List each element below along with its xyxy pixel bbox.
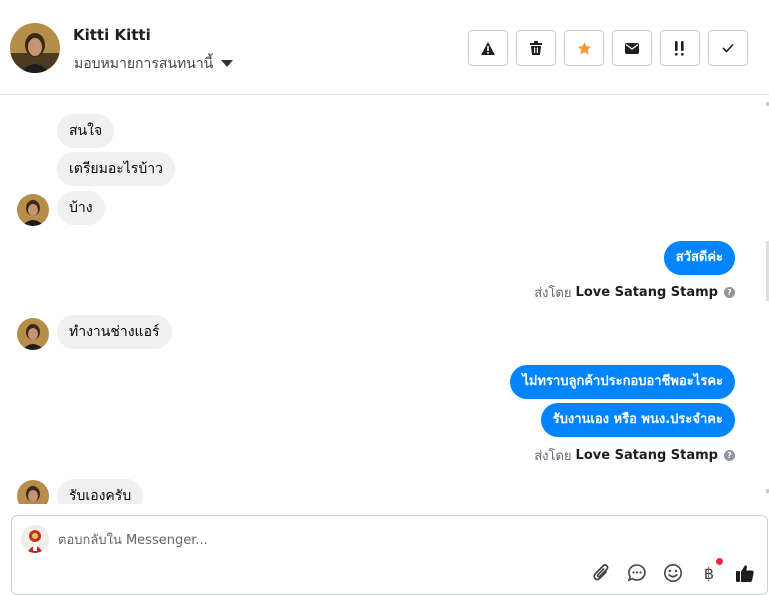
exclamation-icon: [675, 40, 684, 56]
contact-avatar-small[interactable]: [17, 318, 49, 350]
smiley-icon: [664, 564, 682, 582]
paperclip-icon: [593, 564, 609, 581]
sent-by-prefix: ส่งโดย: [534, 449, 572, 464]
contact-avatar-small[interactable]: [17, 194, 49, 226]
message-thread[interactable]: สนใจ เตรียมอะไรบ้าว บ้าง สวัสดีค่ะ ส่งโด…: [0, 96, 769, 504]
emoji-button[interactable]: [663, 563, 683, 583]
baht-icon: ฿: [703, 563, 715, 583]
follow-up-button[interactable]: [660, 30, 700, 66]
sent-by-label: ส่งโดย Love Satang Stamp ?: [534, 445, 735, 466]
payment-button[interactable]: ฿: [699, 558, 723, 583]
sent-by-name: Love Satang Stamp: [575, 448, 718, 463]
envelope-icon: [625, 42, 639, 54]
mark-spam-button[interactable]: [468, 30, 508, 66]
saved-replies-button[interactable]: [627, 563, 647, 583]
message-bubble-incoming: รับเองครับ: [57, 479, 144, 504]
chat-bubble-icon: [627, 564, 646, 582]
star-button[interactable]: [564, 30, 604, 66]
caret-down-icon: [221, 59, 234, 67]
composer-tools: ฿: [591, 558, 755, 583]
thumbs-up-icon: [736, 565, 754, 582]
message-bubble-outgoing: รับงานเอง หรือ พนง.ประจำคะ: [540, 403, 735, 437]
mark-done-button[interactable]: [708, 30, 748, 66]
conversation-header: Kitti Kitti มอบหมายการสนทนานี้: [0, 0, 769, 95]
star-icon: [577, 41, 591, 54]
message-bubble-incoming: ทำงานช่างแอร์: [57, 315, 172, 349]
contact-avatar[interactable]: [10, 23, 60, 73]
check-icon: [722, 43, 734, 53]
warning-icon: [481, 41, 495, 55]
attach-button[interactable]: [591, 563, 611, 583]
message-bubble-outgoing: ไม่ทราบลูกค้าประกอบอาชีพอะไรคะ: [510, 365, 735, 399]
like-button[interactable]: [735, 563, 755, 583]
page-avatar: [21, 525, 49, 553]
contact-name[interactable]: Kitti Kitti: [73, 26, 151, 44]
message-bubble-incoming: สนใจ: [57, 114, 115, 148]
message-bubble-incoming: บ้าง: [57, 191, 105, 225]
info-icon[interactable]: ?: [724, 450, 735, 461]
notification-dot: [716, 558, 723, 565]
delete-button[interactable]: [516, 30, 556, 66]
header-actions: [468, 30, 748, 66]
info-icon[interactable]: ?: [724, 287, 735, 298]
assign-conversation-dropdown[interactable]: มอบหมายการสนทนานี้: [74, 53, 234, 75]
sent-by-label: ส่งโดย Love Satang Stamp ?: [534, 282, 735, 303]
trash-icon: [530, 41, 542, 55]
sent-by-prefix: ส่งโดย: [534, 286, 572, 301]
message-bubble-incoming: เตรียมอะไรบ้าว: [57, 152, 175, 186]
reply-composer: ฿: [11, 515, 768, 595]
reply-input[interactable]: [58, 529, 708, 551]
mark-unread-button[interactable]: [612, 30, 652, 66]
sent-by-name: Love Satang Stamp: [575, 285, 718, 300]
assign-label: มอบหมายการสนทนานี้: [74, 56, 214, 72]
contact-avatar-small[interactable]: [17, 480, 49, 504]
message-bubble-outgoing: สวัสดีค่ะ: [663, 241, 735, 275]
